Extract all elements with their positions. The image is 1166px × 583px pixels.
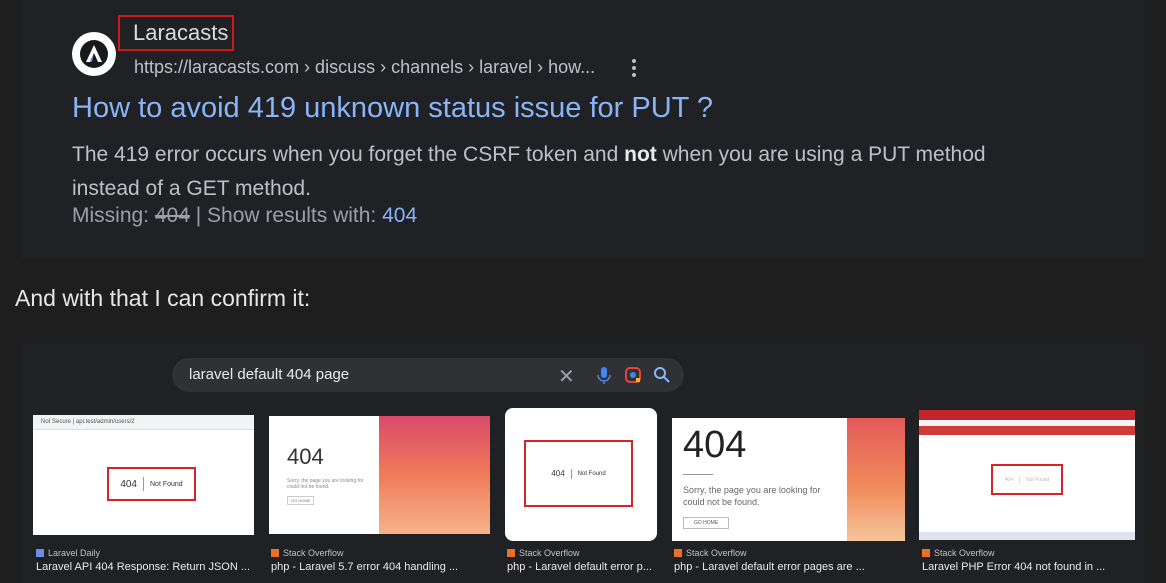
caption-1[interactable]: Laravel API 404 Response: Return JSON ..… [36,561,251,573]
image-search-bar[interactable]: laravel default 404 page ✕ [172,358,684,392]
lens-icon[interactable] [623,365,643,385]
missing-label: Missing: [72,204,155,227]
image-result-5[interactable]: 404 Not Found [919,410,1135,540]
caption-3[interactable]: php - Laravel default error p... [507,561,655,573]
error-message: Sorry, the page you are looking for coul… [287,478,364,490]
missing-terms: Missing: 404 | Show results with: 404 [72,204,417,228]
error-message: Not Found [150,480,183,488]
missing-term: 404 [154,204,190,227]
show-results-link[interactable]: 404 [382,204,417,227]
more-options-icon[interactable] [626,56,642,80]
search-input[interactable]: laravel default 404 page [189,366,349,383]
caption-2[interactable]: php - Laravel 5.7 error 404 handling ... [271,561,486,573]
image-result-3[interactable]: 404 Not Found [505,408,657,541]
go-home-button: GO HOME [683,517,730,529]
clear-icon[interactable]: ✕ [558,364,575,389]
caption-5[interactable]: Laravel PHP Error 404 not found in ... [922,561,1132,573]
error-code: 404 [120,478,137,490]
not-found-box: 404 Not Found [524,440,633,507]
snippet-bold: not [624,143,657,166]
browser-bar: Not Secure | api.test/admin/users/2 [33,415,254,430]
go-home-button: GO HOME [287,496,315,505]
caption-4[interactable]: php - Laravel default error pages are ..… [674,561,902,573]
result-url-breadcrumb[interactable]: https://laracasts.com › discuss › channe… [134,57,595,78]
search-icon[interactable] [652,365,672,385]
error-code: 404 [683,424,747,466]
image-result-1[interactable]: Not Secure | api.test/admin/users/2 404 N… [33,415,254,535]
site-name-highlighted[interactable]: Laracasts [118,15,234,51]
source-stack-overflow[interactable]: Stack Overflow [271,548,344,558]
confirm-text: And with that I can confirm it: [15,285,311,311]
microphone-icon[interactable] [594,365,614,385]
result-snippet: The 419 error occurs when you forget the… [72,138,1032,206]
result-title-link[interactable]: How to avoid 419 unknown status issue fo… [72,92,713,125]
source-laravel-daily[interactable]: Laravel Daily [36,548,100,558]
source-stack-overflow[interactable]: Stack Overflow [922,548,995,558]
snippet-text: The 419 error occurs when you forget the… [72,143,625,166]
not-found-box: 404 Not Found [991,464,1063,495]
not-found-box: 404 Not Found [107,467,196,501]
show-results-label: | Show results with: [189,204,383,227]
image-result-4[interactable]: 404 Sorry, the page you are looking for … [672,418,905,541]
image-result-2[interactable]: 404 Sorry, the page you are looking for … [269,416,490,534]
source-stack-overflow[interactable]: Stack Overflow [507,548,580,558]
laracasts-logo-icon[interactable] [72,32,116,76]
source-stack-overflow[interactable]: Stack Overflow [674,548,747,558]
error-message: Sorry, the page you are looking for coul… [683,485,821,507]
error-code: 404 [287,444,324,469]
